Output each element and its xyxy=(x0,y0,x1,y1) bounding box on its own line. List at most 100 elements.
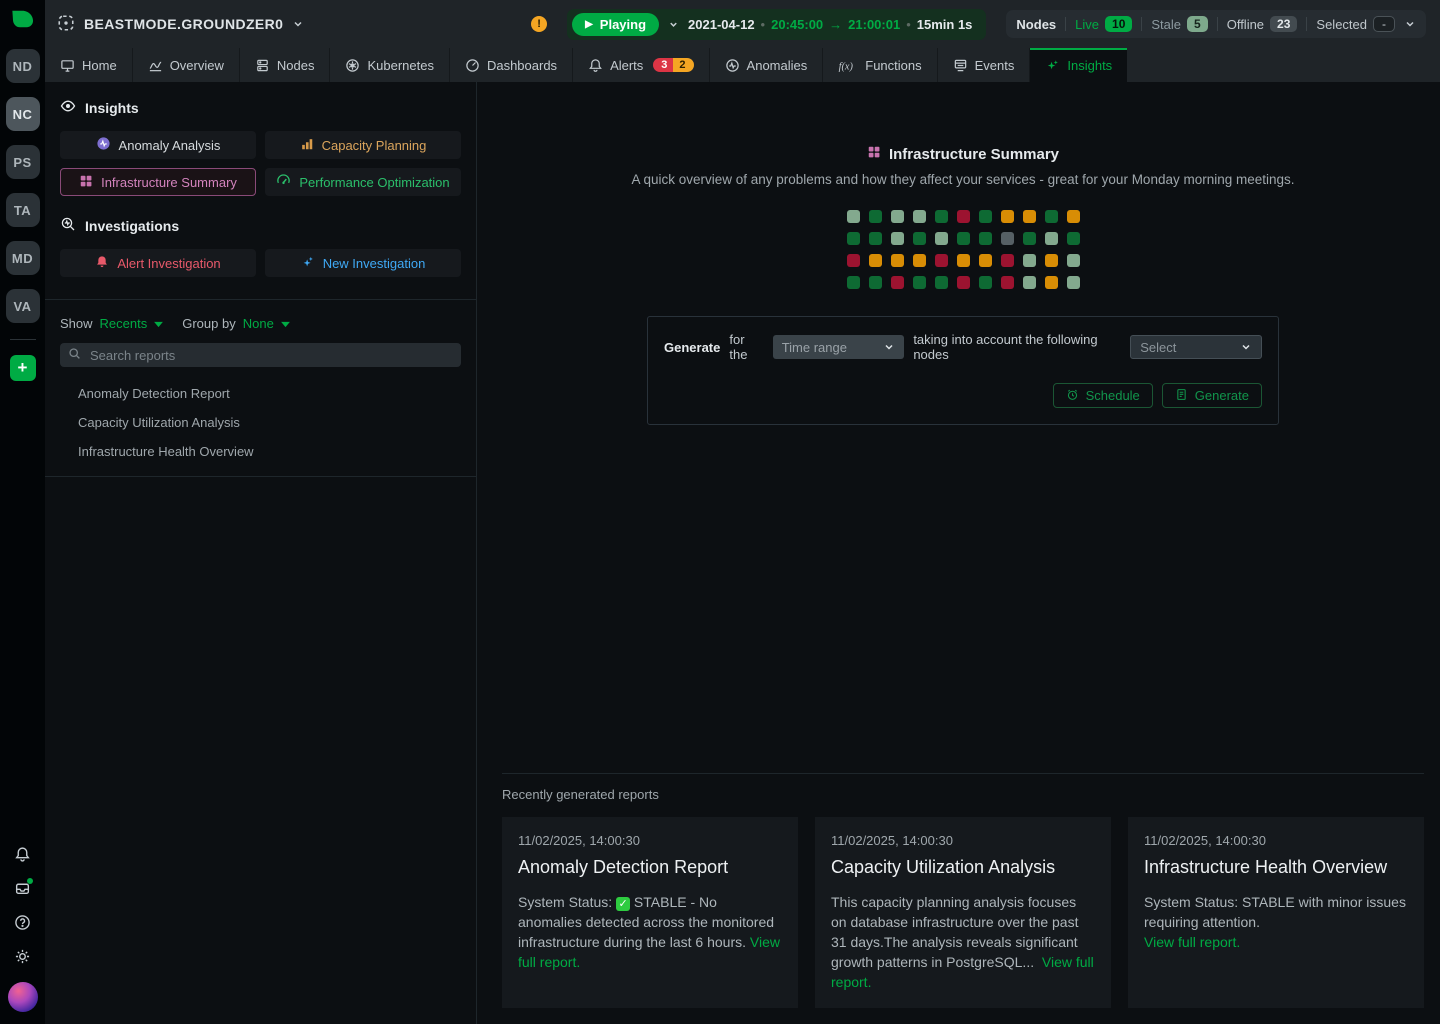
status-cell-green[interactable] xyxy=(979,276,992,289)
status-cell-orange[interactable] xyxy=(1045,254,1058,267)
generate-label: Generate xyxy=(1195,388,1249,403)
status-cell-green[interactable] xyxy=(913,232,926,245)
workspace-item-nd[interactable]: ND xyxy=(6,49,40,83)
status-cell-orange[interactable] xyxy=(869,254,882,267)
status-cell-gray[interactable] xyxy=(1001,232,1014,245)
time-range-select[interactable]: Time range xyxy=(773,335,905,359)
nodes-select[interactable]: Select xyxy=(1130,335,1262,359)
status-cell-green[interactable] xyxy=(935,276,948,289)
status-cell-red[interactable] xyxy=(957,276,970,289)
play-chevron-icon[interactable] xyxy=(668,19,679,30)
report-card[interactable]: 11/02/2025, 14:00:30 Infrastructure Heal… xyxy=(1128,817,1424,1008)
status-cell-red[interactable] xyxy=(847,254,860,267)
status-cell-green[interactable] xyxy=(869,232,882,245)
status-cell-sage[interactable] xyxy=(891,232,904,245)
status-cell-orange[interactable] xyxy=(1045,276,1058,289)
status-cell-green[interactable] xyxy=(869,276,882,289)
status-cell-green[interactable] xyxy=(935,210,948,223)
workspace-item-nc[interactable]: NC xyxy=(6,97,40,131)
time-range-picker[interactable]: ▶ Playing 2021-04-12 • 20:45:00 → 21:00:… xyxy=(567,9,986,40)
settings-gear-icon[interactable] xyxy=(14,948,31,965)
workspace-item-ps[interactable]: PS xyxy=(6,145,40,179)
tab-anomalies[interactable]: Anomalies xyxy=(710,48,824,82)
status-cell-orange[interactable] xyxy=(913,254,926,267)
status-cell-green[interactable] xyxy=(847,276,860,289)
status-cell-red[interactable] xyxy=(891,276,904,289)
report-list-item[interactable]: Capacity Utilization Analysis xyxy=(60,408,461,437)
divider xyxy=(1141,17,1142,31)
status-cell-red[interactable] xyxy=(1001,276,1014,289)
workspace-item-ta[interactable]: TA xyxy=(6,193,40,227)
notifications-bell-icon[interactable] xyxy=(14,846,31,863)
report-list-item[interactable]: Infrastructure Health Overview xyxy=(60,437,461,466)
status-cell-green[interactable] xyxy=(979,210,992,223)
user-avatar[interactable] xyxy=(8,982,38,1012)
status-cell-green[interactable] xyxy=(1023,232,1036,245)
report-body-text: System Status: STABLE with minor issues … xyxy=(1144,894,1406,930)
nodes-offline-filter[interactable]: Offline 23 xyxy=(1227,16,1298,32)
view-full-report-link[interactable]: View full report. xyxy=(1144,932,1408,952)
status-cell-sage[interactable] xyxy=(1067,276,1080,289)
nodes-chevron-icon[interactable] xyxy=(1404,18,1416,30)
play-button[interactable]: ▶ Playing xyxy=(572,13,659,36)
status-cell-sage[interactable] xyxy=(891,210,904,223)
alert-investigation-button[interactable]: Alert Investigation xyxy=(60,249,256,277)
status-cell-orange[interactable] xyxy=(957,254,970,267)
tab-functions[interactable]: f(x) Functions xyxy=(823,48,937,82)
report-card[interactable]: 11/02/2025, 14:00:30 Anomaly Detection R… xyxy=(502,817,798,1008)
tab-nodes[interactable]: Nodes xyxy=(240,48,331,82)
status-cell-green[interactable] xyxy=(913,276,926,289)
tab-home[interactable]: Home xyxy=(45,48,133,82)
report-list-item[interactable]: Anomaly Detection Report xyxy=(60,379,461,408)
status-cell-sage[interactable] xyxy=(847,210,860,223)
nodes-live-filter[interactable]: Live 10 xyxy=(1075,16,1132,32)
status-cell-green[interactable] xyxy=(869,210,882,223)
new-investigation-button[interactable]: New Investigation xyxy=(265,249,461,277)
help-icon[interactable] xyxy=(14,914,31,931)
generate-button[interactable]: Generate xyxy=(1162,383,1262,408)
workspace-item-va[interactable]: VA xyxy=(6,289,40,323)
status-cell-red[interactable] xyxy=(1001,254,1014,267)
status-cell-green[interactable] xyxy=(1045,210,1058,223)
status-cell-green[interactable] xyxy=(1067,232,1080,245)
status-cell-orange[interactable] xyxy=(891,254,904,267)
status-cell-sage[interactable] xyxy=(1045,232,1058,245)
status-cell-red[interactable] xyxy=(957,210,970,223)
status-cell-orange[interactable] xyxy=(1023,210,1036,223)
tab-insights[interactable]: Insights xyxy=(1030,48,1127,82)
status-cell-green[interactable] xyxy=(957,232,970,245)
tab-dashboards[interactable]: Dashboards xyxy=(450,48,573,82)
status-cell-green[interactable] xyxy=(847,232,860,245)
status-cell-orange[interactable] xyxy=(1067,210,1080,223)
report-card[interactable]: 11/02/2025, 14:00:30 Capacity Utilizatio… xyxy=(815,817,1111,1008)
nodes-stale-filter[interactable]: Stale 5 xyxy=(1151,16,1207,32)
space-selector[interactable]: BEASTMODE.GROUNDZER0 xyxy=(57,14,304,35)
infrastructure-summary-button[interactable]: Infrastructure Summary xyxy=(60,168,256,196)
tab-kubernetes[interactable]: Kubernetes xyxy=(330,48,450,82)
status-cell-orange[interactable] xyxy=(979,254,992,267)
search-input[interactable] xyxy=(88,347,453,364)
status-cell-orange[interactable] xyxy=(1001,210,1014,223)
status-cell-sage[interactable] xyxy=(913,210,926,223)
show-select[interactable]: Recents xyxy=(100,316,164,331)
news-inbox-icon[interactable] xyxy=(14,880,31,897)
schedule-button[interactable]: Schedule xyxy=(1053,383,1153,408)
group-by-select[interactable]: None xyxy=(243,316,290,331)
status-cell-red[interactable] xyxy=(935,254,948,267)
warning-icon[interactable]: ! xyxy=(531,16,547,32)
add-workspace-button[interactable]: + xyxy=(10,355,36,381)
status-cell-sage[interactable] xyxy=(1023,276,1036,289)
anomaly-analysis-button[interactable]: Anomaly Analysis xyxy=(60,131,256,159)
status-cell-sage[interactable] xyxy=(1023,254,1036,267)
tab-events[interactable]: Events xyxy=(938,48,1031,82)
status-cell-sage[interactable] xyxy=(935,232,948,245)
performance-optimization-button[interactable]: Performance Optimization xyxy=(265,168,461,196)
status-cell-green[interactable] xyxy=(979,232,992,245)
status-cell-sage[interactable] xyxy=(1067,254,1080,267)
workspace-item-md[interactable]: MD xyxy=(6,241,40,275)
netdata-logo-icon[interactable] xyxy=(10,7,36,34)
capacity-planning-button[interactable]: Capacity Planning xyxy=(265,131,461,159)
tab-overview[interactable]: Overview xyxy=(133,48,240,82)
tab-alerts[interactable]: Alerts 3 2 xyxy=(573,48,709,82)
nodes-selected-filter[interactable]: Selected - xyxy=(1316,16,1395,32)
